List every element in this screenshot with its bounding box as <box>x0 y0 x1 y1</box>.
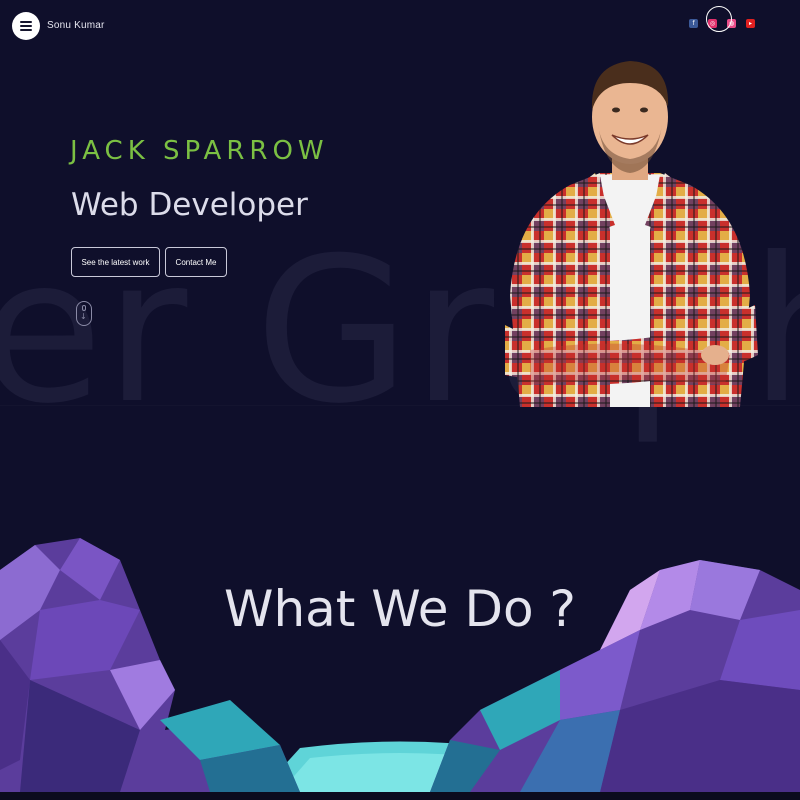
section-title: What We Do ? <box>224 580 576 638</box>
portfolio-page: Sonu Kumar f ◎ ◍ ▸ er Graph JACK SPARROW… <box>0 0 800 800</box>
contact-me-button[interactable]: Contact Me <box>165 247 227 277</box>
bottom-strip <box>0 792 800 800</box>
facebook-icon[interactable]: f <box>689 19 698 28</box>
see-latest-work-button[interactable]: See the latest work <box>71 247 160 277</box>
mountains-illustration <box>0 538 800 792</box>
hamburger-icon <box>20 21 32 31</box>
brand-name[interactable]: Sonu Kumar <box>47 20 105 31</box>
hero-name: JACK SPARROW <box>70 136 329 166</box>
hero-role: Web Developer <box>71 187 308 223</box>
mouse-scroll-icon[interactable]: ↓ <box>76 301 92 326</box>
youtube-icon[interactable]: ▸ <box>746 19 755 28</box>
profile-photo <box>505 61 758 407</box>
cursor-ring <box>706 6 732 32</box>
menu-button[interactable] <box>12 12 40 40</box>
